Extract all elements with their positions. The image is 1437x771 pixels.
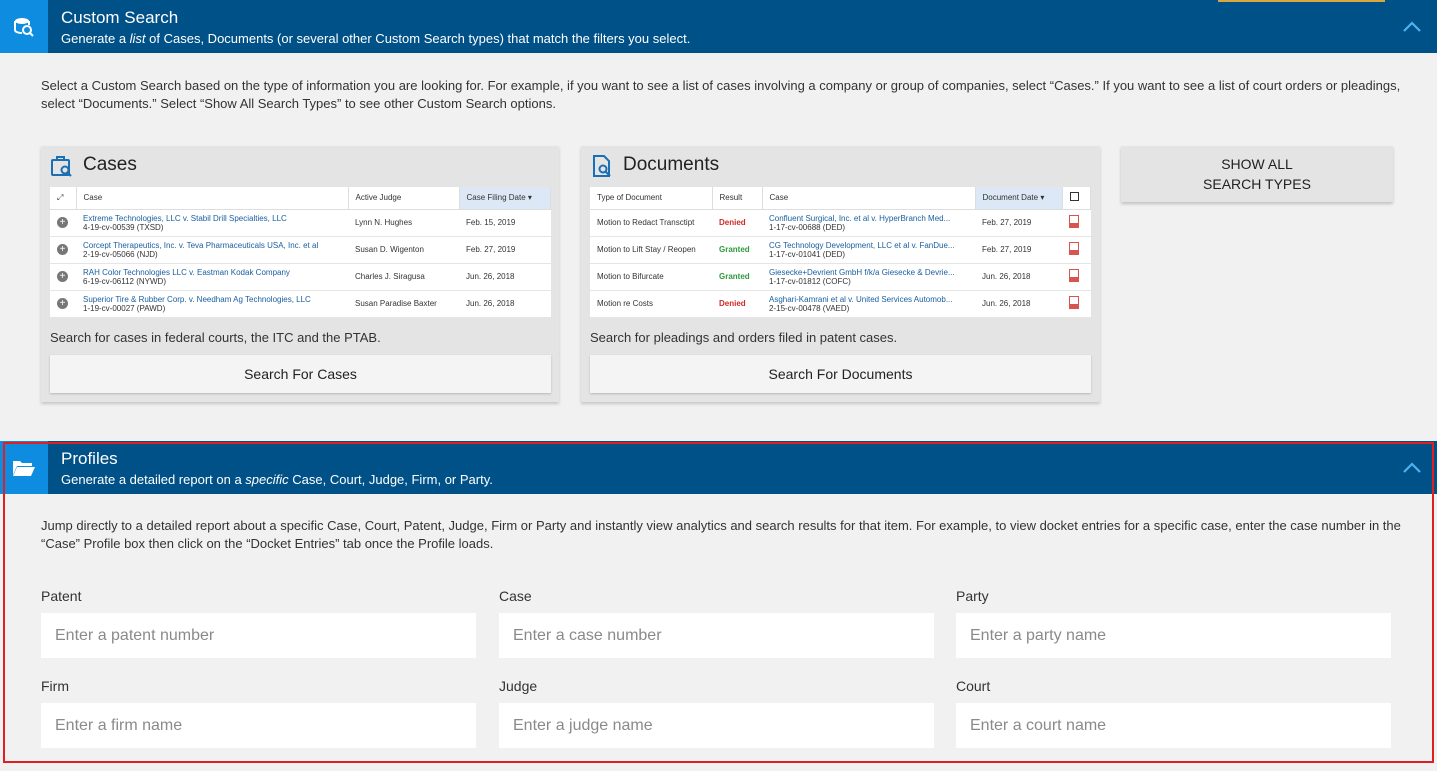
case-link: Extreme Technologies, LLC v. Stabil Dril… [83, 213, 287, 223]
sort-down-icon: ▾ [1040, 193, 1045, 203]
table-row: + Corcept Therapeutics, Inc. v. Teva Pha… [50, 236, 551, 264]
court-label: Court [956, 678, 991, 694]
column-header: Case [762, 187, 976, 210]
show-all-search-types-button[interactable]: SHOW ALL SEARCH TYPES [1121, 146, 1393, 202]
documents-card-title: Documents [623, 154, 720, 175]
column-header-sorted: Document Date ▾ [975, 187, 1063, 210]
custom-search-intro: Select a Custom Search based on the type… [41, 78, 1401, 111]
case-link: Asghari-Kamrani et al v. United Services… [769, 294, 953, 304]
profiles-subtitle: Generate a detailed report on a specific… [61, 472, 493, 487]
search-for-cases-button[interactable]: Search For Cases [50, 355, 551, 393]
judge-input[interactable] [499, 703, 934, 748]
custom-search-subtitle: Generate a list of Cases, Documents (or … [61, 31, 691, 46]
case-link: CG Technology Development, LLC et al v. … [769, 240, 955, 250]
case-link: Corcept Therapeutics, Inc. v. Teva Pharm… [83, 240, 319, 250]
case-link: Superior Tire & Rubber Corp. v. Needham … [83, 294, 311, 304]
column-header: Active Judge [348, 187, 460, 210]
documents-description: Search for pleadings and orders filed in… [590, 330, 898, 345]
patent-input[interactable] [41, 613, 476, 658]
column-header: Type of Document [590, 187, 713, 210]
case-label: Case [499, 588, 532, 604]
column-header: Case [76, 187, 349, 210]
chevron-up-icon[interactable] [1401, 16, 1423, 38]
column-header: Result [712, 187, 763, 210]
select-all-checkbox[interactable] [1062, 187, 1091, 210]
cases-description: Search for cases in federal courts, the … [50, 330, 381, 345]
table-row: Motion re Costs Denied Asghari-Kamrani e… [590, 290, 1091, 318]
case-link: Confluent Surgical, Inc. et al v. HyperB… [769, 213, 951, 223]
judge-label: Judge [499, 678, 538, 694]
plus-circle-icon: + [57, 217, 68, 228]
plus-circle-icon: + [57, 271, 68, 282]
cases-preview-table: ⤢ Case Active Judge Case Filing Date ▾ +… [50, 187, 551, 318]
cases-card-title: Cases [83, 154, 137, 175]
party-label: Party [956, 588, 989, 604]
custom-search-icon [0, 0, 48, 53]
cases-card: Cases ⤢ Case Active Judge Case Filing Da… [41, 146, 559, 402]
table-row: Motion to Bifurcate Granted Giesecke+Dev… [590, 263, 1091, 291]
table-row: Motion to Redact Transctipt Denied Confl… [590, 209, 1091, 237]
profiles-title: Profiles [61, 449, 118, 468]
document-search-icon [593, 155, 611, 177]
pdf-icon [1069, 269, 1079, 282]
court-input[interactable] [956, 703, 1391, 748]
pdf-icon [1069, 215, 1079, 228]
firm-input[interactable] [41, 703, 476, 748]
plus-circle-icon: + [57, 244, 68, 255]
documents-card: Documents Type of Document Result Case D… [581, 146, 1100, 402]
firm-label: Firm [41, 678, 69, 694]
profiles-intro: Jump directly to a detailed report about… [41, 518, 1401, 551]
table-row: + RAH Color Technologies LLC v. Eastman … [50, 263, 551, 291]
table-row: + Extreme Technologies, LLC v. Stabil Dr… [50, 209, 551, 237]
pdf-icon [1069, 296, 1079, 309]
search-for-documents-button[interactable]: Search For Documents [590, 355, 1091, 393]
briefcase-search-icon [51, 156, 72, 177]
folder-open-icon [0, 441, 48, 494]
plus-circle-icon: + [57, 298, 68, 309]
expand-icon: ⤢ [50, 187, 77, 210]
profiles-header[interactable]: Profiles Generate a detailed report on a… [0, 441, 1437, 494]
custom-search-title: Custom Search [61, 8, 179, 27]
pdf-icon [1069, 242, 1079, 255]
patent-label: Patent [41, 588, 82, 604]
party-input[interactable] [956, 613, 1391, 658]
sort-down-icon: ▾ [527, 193, 532, 203]
case-link: RAH Color Technologies LLC v. Eastman Ko… [83, 267, 290, 277]
column-header-sorted: Case Filing Date ▾ [459, 187, 551, 210]
documents-preview-table: Type of Document Result Case Document Da… [590, 187, 1091, 318]
accent-bar [1218, 0, 1385, 2]
chevron-up-icon[interactable] [1401, 457, 1423, 479]
custom-search-header[interactable]: Custom Search Generate a list of Cases, … [0, 0, 1437, 53]
case-input[interactable] [499, 613, 934, 658]
table-row: Motion to Lift Stay / Reopen Granted CG … [590, 236, 1091, 264]
case-link: Giesecke+Devrient GmbH f/k/a Giesecke & … [769, 267, 955, 277]
table-row: + Superior Tire & Rubber Corp. v. Needha… [50, 290, 551, 318]
